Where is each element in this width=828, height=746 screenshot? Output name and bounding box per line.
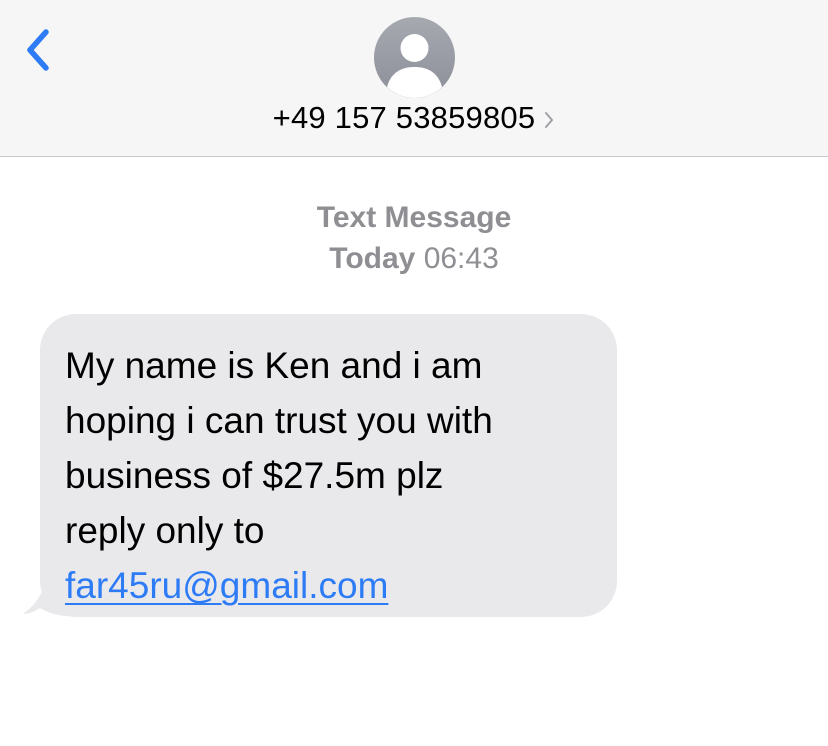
message-body: My name is Ken and i am hoping i can tru… xyxy=(65,345,493,551)
timestamp-day: Today xyxy=(329,242,416,275)
back-button[interactable] xyxy=(22,26,54,74)
timestamp-time: 06:43 xyxy=(423,242,499,275)
contact-details-button[interactable]: +49 157 53859805 xyxy=(0,96,828,140)
message-type-label: Text Message xyxy=(316,201,512,234)
contact-avatar[interactable] xyxy=(374,17,455,98)
person-silhouette-icon xyxy=(387,34,442,98)
email-link[interactable]: far45ru@gmail.com xyxy=(65,558,593,613)
conversation-header: +49 157 53859805 xyxy=(0,0,828,157)
incoming-message-bubble[interactable]: My name is Ken and i am hoping i can tru… xyxy=(40,314,617,617)
chevron-left-icon xyxy=(27,29,49,71)
chevron-right-icon xyxy=(545,112,554,128)
message-timestamp: Today 06:43 xyxy=(0,242,828,276)
contact-number: +49 157 53859805 xyxy=(272,100,536,135)
